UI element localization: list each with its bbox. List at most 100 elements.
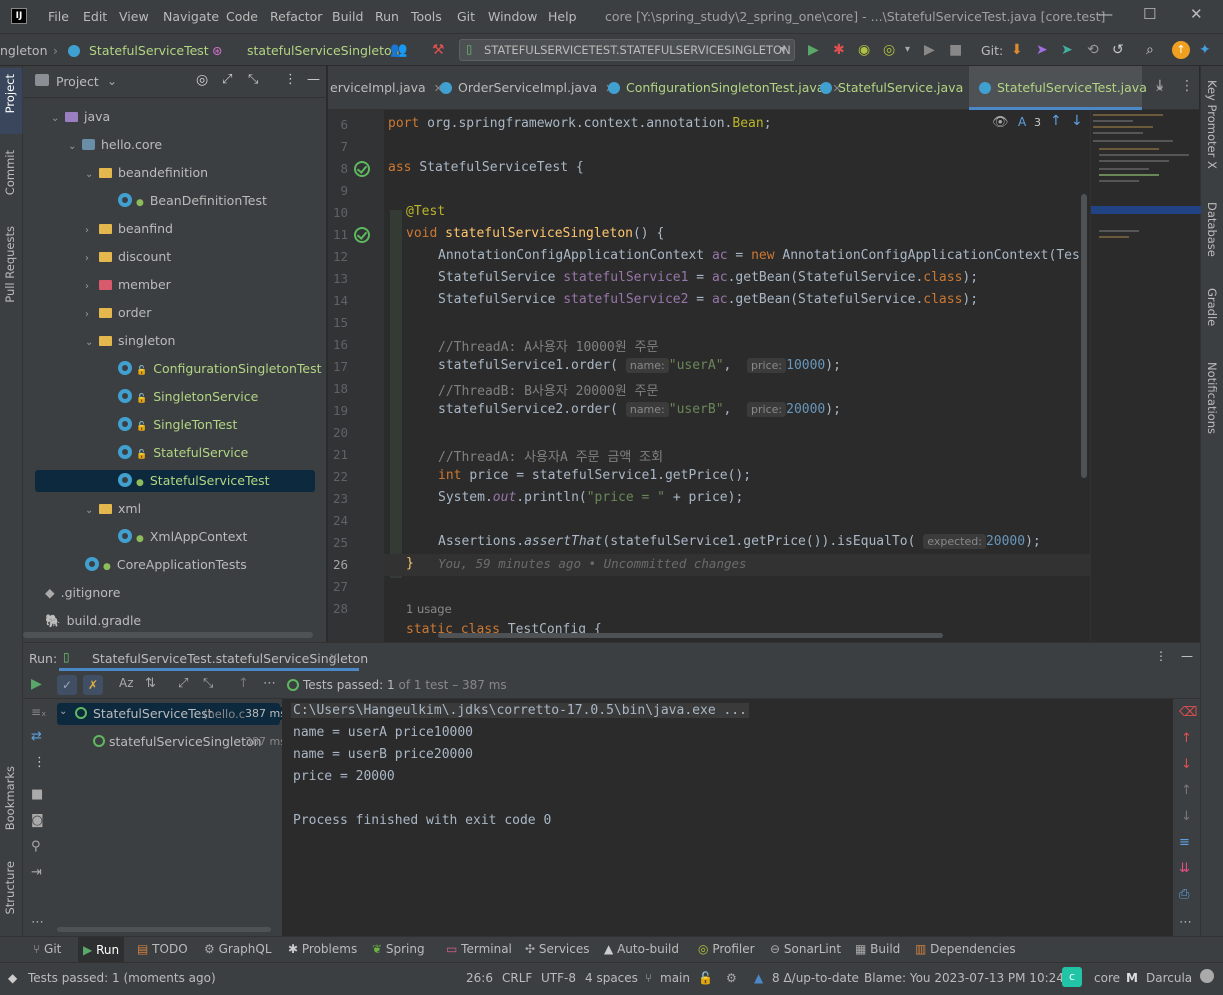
menu-navigate[interactable]: Navigate xyxy=(163,9,219,24)
stop-icon[interactable]: ■ xyxy=(949,42,962,58)
lock-icon[interactable]: 🔓 xyxy=(698,971,713,985)
chevron-right-icon[interactable]: › xyxy=(85,304,99,326)
project-panel-title[interactable]: Project xyxy=(56,74,99,89)
git-branch[interactable]: main xyxy=(660,971,690,985)
breadcrumb-method[interactable]: statefulServiceSingleton xyxy=(247,43,400,58)
scroll-to-end-icon[interactable]: ⇊ xyxy=(1179,861,1190,876)
chevron-right-icon[interactable]: › xyxy=(85,276,99,298)
maximize-icon[interactable]: ☐ xyxy=(1143,5,1156,23)
more-icon[interactable]: ⋯ xyxy=(1179,915,1192,930)
tool-structure[interactable]: Structure xyxy=(3,861,17,915)
btab-dependencies[interactable]: ▥ Dependencies xyxy=(915,942,1016,956)
show-passed-icon[interactable]: ✓ xyxy=(57,675,77,695)
toggle-soft-wrap-icon[interactable]: ≡ₓ xyxy=(31,705,46,719)
chevron-down-icon[interactable]: ⌄ xyxy=(85,164,99,186)
theme-name[interactable]: Darcula xyxy=(1146,971,1192,985)
tree-item-beandefinition[interactable]: ⌄ beandefinition xyxy=(85,162,208,184)
menu-help[interactable]: Help xyxy=(548,9,577,24)
tree-item-discount[interactable]: › discount xyxy=(85,246,171,268)
soft-wrap-icon[interactable]: ≡ xyxy=(1179,835,1190,850)
tree-item-singleton[interactable]: ⌄ singleton xyxy=(85,330,175,352)
stop-icon[interactable]: ■ xyxy=(31,787,43,802)
console-output[interactable]: C:\Users\Hangeulkim\.jdks\corretto-17.0.… xyxy=(282,699,1173,937)
line-separator[interactable]: CRLF xyxy=(502,971,532,985)
run-icon[interactable]: ▶ xyxy=(808,42,819,58)
menu-git[interactable]: Git xyxy=(457,9,475,24)
run-tab[interactable]: ▯ StatefulServiceTest.statefulServiceSin… xyxy=(59,643,368,671)
run-configuration-select[interactable]: ▯ STATEFULSERVICETEST.STATEFULSERVICESIN… xyxy=(459,39,795,61)
memory-indicator-icon[interactable] xyxy=(1200,969,1214,983)
up-stack-icon[interactable]: ↑ xyxy=(1181,731,1192,746)
indent-setting[interactable]: 4 spaces xyxy=(585,971,638,985)
search-icon[interactable]: ⌕ xyxy=(1146,42,1154,58)
more-options-icon[interactable]: ⋮ xyxy=(33,755,46,770)
pin-icon[interactable]: ⚲ xyxy=(31,839,41,854)
tree-item-singletonservice[interactable]: 🔓 SingletonService xyxy=(118,386,258,408)
coverage-icon[interactable]: ◉ xyxy=(858,42,870,58)
test-row-class[interactable]: ⌄ StatefulServiceTest (hello.cc 387 ms xyxy=(57,703,286,725)
profile-icon[interactable]: ◎ xyxy=(883,42,895,58)
hammer-icon[interactable]: ⚒ xyxy=(432,42,445,58)
code-editor[interactable]: 6 7 8 9 10 11 12 13 14 15 16 17 18 19 20 21 22 23 24 25 26 27… xyxy=(328,110,1090,642)
print-icon[interactable]: ⎙ xyxy=(1179,887,1189,902)
btab-build[interactable]: ▦ Build xyxy=(855,942,900,956)
tree-horizontal-scrollbar[interactable] xyxy=(57,927,271,932)
chevron-down-icon[interactable]: ⌄ xyxy=(51,108,65,130)
tool-project[interactable]: Project xyxy=(3,74,17,113)
btab-sonarlint[interactable]: ⊖ SonarLint xyxy=(770,942,841,956)
sort-duration-icon[interactable]: ⇅ xyxy=(145,676,156,691)
tree-item-build-gradle[interactable]: 🐘 build.gradle xyxy=(45,610,141,632)
editor-horizontal-scrollbar[interactable] xyxy=(438,633,943,638)
chevron-down-icon[interactable]: ⌄ xyxy=(107,74,117,88)
tool-bookmarks[interactable]: Bookmarks xyxy=(3,766,17,830)
git-push-icon[interactable]: ➤ xyxy=(1061,42,1073,58)
git-commit-icon[interactable]: ➤ xyxy=(1036,42,1048,58)
btab-run[interactable]: ▶ Run xyxy=(78,937,125,963)
tool-notifications[interactable]: Notifications xyxy=(1205,362,1219,434)
rerun-icon[interactable]: ▶ xyxy=(31,676,42,692)
status-indicator-icon[interactable]: ◆ xyxy=(8,971,17,985)
menu-build[interactable]: Build xyxy=(332,9,363,24)
tool-database[interactable]: Database xyxy=(1205,202,1219,257)
menu-edit[interactable]: Edit xyxy=(83,9,107,24)
menu-run[interactable]: Run xyxy=(375,9,399,24)
btab-auto-build[interactable]: ▲ Auto-build xyxy=(604,942,679,956)
chevron-right-icon[interactable]: › xyxy=(85,248,99,270)
prev-failed-icon[interactable]: ↑ xyxy=(238,676,249,691)
tab-service-impl[interactable]: erviceImpl.java ✕ xyxy=(328,66,443,110)
chevron-down-icon[interactable]: ⌄ xyxy=(59,706,67,717)
inspection-settings-icon[interactable]: ⚙ xyxy=(726,971,737,985)
tree-item-xml[interactable]: ⌄ xml xyxy=(85,498,141,520)
rerun-failed-icon[interactable]: ⇄ xyxy=(31,729,42,744)
usage-hint[interactable]: 1 usage xyxy=(406,602,452,616)
tree-item-statefulservicetest[interactable]: ● StatefulServiceTest xyxy=(35,470,315,492)
more-icon[interactable]: ⋯ xyxy=(31,915,44,930)
btab-spring[interactable]: ❦ Spring xyxy=(372,942,425,956)
chevron-down-icon[interactable]: ⌄ xyxy=(85,332,99,354)
tab-stateful-service-test[interactable]: StatefulServiceTest.java ✕ xyxy=(969,66,1164,110)
menu-file[interactable]: File xyxy=(48,9,69,24)
tree-item-configurationsingletontest[interactable]: 🔓 ConfigurationSingletonTest xyxy=(118,358,322,380)
btab-services[interactable]: ✣ Services xyxy=(525,942,590,956)
reader-mode-icon[interactable]: 👁 xyxy=(992,115,1009,130)
down-stack-icon[interactable]: ↓ xyxy=(1181,757,1192,772)
tree-item-beandefinitiontest[interactable]: ● BeanDefinitionTest xyxy=(118,190,267,212)
btab-git[interactable]: ⑂ Git xyxy=(33,942,61,956)
menu-tools[interactable]: Tools xyxy=(411,9,442,24)
editor-vertical-scrollbar[interactable] xyxy=(1081,194,1087,478)
locate-file-icon[interactable]: ◎ xyxy=(196,72,208,88)
tree-item-order[interactable]: › order xyxy=(85,302,151,324)
more-run-chevron-icon[interactable]: ▾ xyxy=(905,42,910,58)
hide-panel-icon[interactable]: — xyxy=(1181,649,1193,663)
next-issue-icon[interactable]: ↓ xyxy=(1071,113,1083,129)
menu-refactor[interactable]: Refactor xyxy=(270,9,322,24)
history-icon[interactable]: ⟲ xyxy=(1087,42,1099,58)
tool-pull-requests[interactable]: Pull Requests xyxy=(3,226,17,303)
menu-code[interactable]: Code xyxy=(226,9,258,24)
intellij-logo-icon[interactable]: IJ xyxy=(11,8,27,24)
close-tab-icon[interactable]: ✕ xyxy=(329,651,338,664)
more-icon[interactable]: ⋯ xyxy=(263,676,276,691)
btab-terminal[interactable]: ▭ Terminal xyxy=(446,942,512,956)
update-icon[interactable]: ↑ xyxy=(1172,41,1190,59)
minimize-icon[interactable]: — xyxy=(1098,5,1113,23)
